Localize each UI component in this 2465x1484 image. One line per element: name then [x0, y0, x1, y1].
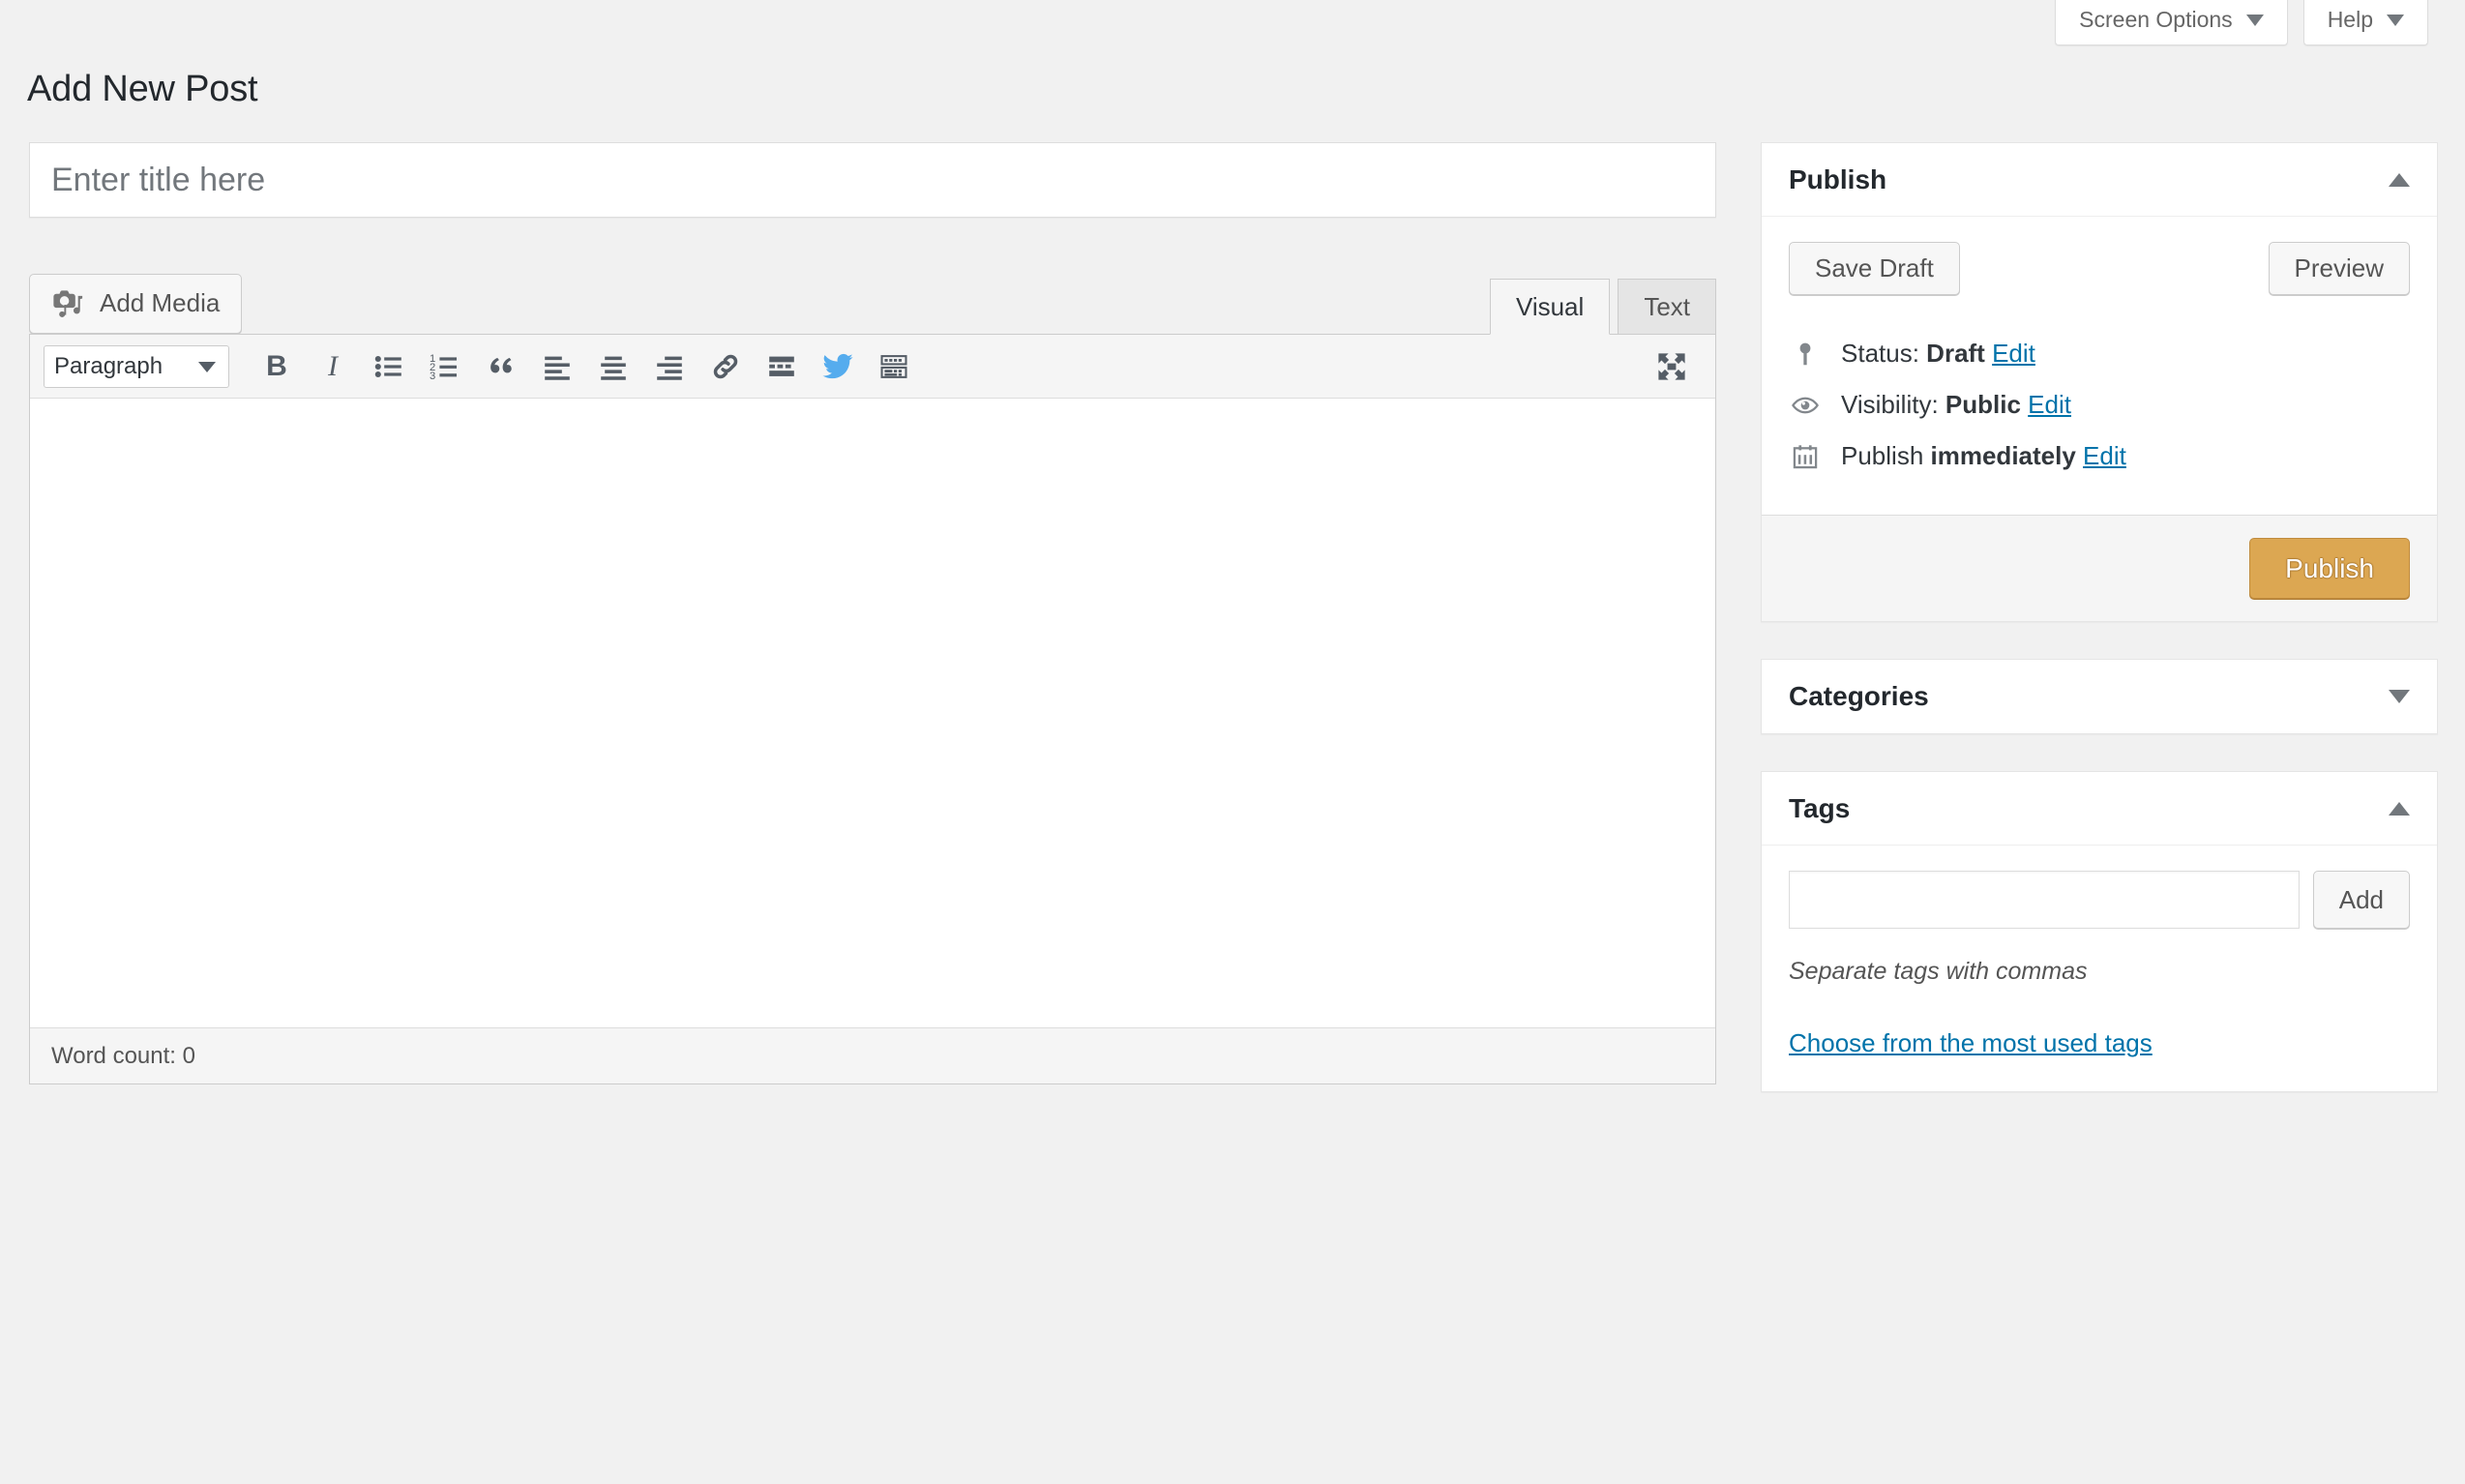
- tags-panel: Tags Add Separate tags with commas Choos…: [1761, 771, 2438, 1092]
- blockquote-icon: [486, 351, 517, 382]
- align-right-button[interactable]: [643, 341, 696, 393]
- edit-visibility-link[interactable]: Edit: [2028, 390, 2071, 419]
- publish-panel-header[interactable]: Publish: [1762, 143, 2437, 217]
- save-draft-button[interactable]: Save Draft: [1789, 242, 1960, 295]
- chevron-down-icon: [2387, 15, 2404, 26]
- tags-panel-title: Tags: [1789, 793, 1850, 824]
- align-left-button[interactable]: [531, 341, 583, 393]
- chevron-up-icon[interactable]: [2389, 173, 2410, 187]
- categories-panel-title: Categories: [1789, 681, 1929, 712]
- read-more-icon: [766, 351, 797, 382]
- screen-options-label: Screen Options: [2079, 8, 2233, 32]
- post-status-label: Status:: [1841, 339, 1919, 368]
- word-count-bar: Word count: 0: [30, 1027, 1715, 1083]
- post-schedule-text: Publish immediately Edit: [1841, 441, 2126, 471]
- new-tag-input[interactable]: [1789, 871, 2300, 929]
- chevron-down-icon: [2246, 15, 2264, 26]
- categories-panel-header[interactable]: Categories: [1762, 660, 2437, 733]
- help-label: Help: [2328, 8, 2373, 32]
- add-media-label: Add Media: [100, 288, 220, 318]
- twitter-icon: [821, 350, 854, 383]
- bulleted-list-icon: [373, 351, 404, 382]
- minor-publishing-actions: Save Draft Preview: [1789, 242, 2410, 295]
- help-button[interactable]: Help: [2303, 0, 2428, 45]
- post-status-text: Status: Draft Edit: [1841, 339, 2035, 369]
- tab-visual[interactable]: Visual: [1490, 279, 1610, 335]
- tags-hint-text: Separate tags with commas: [1789, 958, 2410, 986]
- post-body-content: Add Media Visual Text Paragraph B I: [29, 142, 1716, 1084]
- add-tag-button[interactable]: Add: [2313, 871, 2410, 929]
- align-right-icon: [654, 351, 685, 382]
- post-visibility-label: Visibility:: [1841, 390, 1939, 419]
- align-left-icon: [542, 351, 573, 382]
- sidebar-postbox-container: Publish Save Draft Preview Status:: [1761, 142, 2438, 1129]
- screen-options-button[interactable]: Screen Options: [2055, 0, 2288, 45]
- numbered-list-icon: 1 2 3: [430, 351, 460, 382]
- publish-panel: Publish Save Draft Preview Status:: [1761, 142, 2438, 622]
- post-visibility-value: Public: [1945, 390, 2021, 419]
- tags-panel-header[interactable]: Tags: [1762, 772, 2437, 846]
- post-status-row: Status: Draft Edit: [1789, 328, 2410, 379]
- italic-button[interactable]: I: [307, 341, 359, 393]
- distraction-free-writing-button[interactable]: [1646, 341, 1698, 393]
- link-icon: [710, 351, 741, 382]
- expand-fullscreen-icon: [1655, 350, 1688, 383]
- editor-toolbar-row: Add Media Visual Text: [29, 274, 1716, 334]
- formatting-toolbar: Paragraph B I: [30, 335, 1715, 399]
- chevron-down-icon[interactable]: [2389, 690, 2410, 703]
- choose-most-used-tags-link[interactable]: Choose from the most used tags: [1789, 1028, 2153, 1058]
- tags-panel-body: Add Separate tags with commas Choose fro…: [1762, 846, 2437, 1091]
- major-publishing-actions: Publish: [1762, 515, 2437, 621]
- twitter-embed-button[interactable]: [812, 341, 864, 393]
- categories-panel: Categories: [1761, 659, 2438, 734]
- post-title-wrap: [29, 142, 1716, 218]
- post-visibility-text: Visibility: Public Edit: [1841, 390, 2071, 420]
- post-schedule-row: Publish immediately Edit: [1789, 430, 2410, 482]
- pin-icon: [1789, 340, 1822, 369]
- calendar-icon: [1789, 442, 1822, 471]
- edit-status-link[interactable]: Edit: [1992, 339, 2035, 368]
- svg-text:3: 3: [430, 370, 435, 381]
- paragraph-style-select[interactable]: Paragraph: [44, 345, 229, 388]
- add-media-button[interactable]: Add Media: [29, 274, 242, 334]
- italic-icon: I: [328, 352, 338, 381]
- post-schedule-value: immediately: [1931, 441, 2076, 470]
- numbered-list-button[interactable]: 1 2 3: [419, 341, 471, 393]
- bold-button[interactable]: B: [251, 341, 303, 393]
- eye-icon: [1789, 391, 1822, 420]
- post-content-editor[interactable]: [30, 399, 1715, 1027]
- align-center-icon: [598, 351, 629, 382]
- editor-mode-tabs: Visual Text: [1482, 279, 1716, 335]
- insert-link-button[interactable]: [699, 341, 752, 393]
- publish-panel-title: Publish: [1789, 164, 1886, 195]
- tag-input-row: Add: [1789, 871, 2410, 929]
- screen-meta-links: Screen Options Help: [2055, 0, 2428, 45]
- word-count-label: Word count: 0: [51, 1043, 195, 1070]
- post-status-value: Draft: [1926, 339, 1985, 368]
- post-title-input[interactable]: [51, 162, 1694, 199]
- bold-icon: B: [266, 352, 287, 381]
- publish-button[interactable]: Publish: [2249, 538, 2410, 600]
- edit-schedule-link[interactable]: Edit: [2083, 441, 2126, 470]
- editor-container: Paragraph B I: [29, 334, 1716, 1084]
- blockquote-button[interactable]: [475, 341, 527, 393]
- tab-text[interactable]: Text: [1618, 279, 1716, 335]
- chevron-up-icon[interactable]: [2389, 802, 2410, 816]
- page-title: Add New Post: [27, 69, 257, 110]
- media-icon: [51, 287, 84, 320]
- minor-publishing-area: Save Draft Preview Status: Draft Edit: [1762, 217, 2437, 515]
- post-schedule-label: Publish: [1841, 441, 1923, 470]
- toolbar-toggle-button[interactable]: [868, 341, 920, 393]
- preview-button[interactable]: Preview: [2269, 242, 2410, 295]
- align-center-button[interactable]: [587, 341, 639, 393]
- bulleted-list-button[interactable]: [363, 341, 415, 393]
- post-visibility-row: Visibility: Public Edit: [1789, 379, 2410, 430]
- misc-publishing-actions: Status: Draft Edit Visibility:: [1789, 328, 2410, 482]
- paragraph-style-select-wrap: Paragraph: [44, 345, 229, 388]
- read-more-button[interactable]: [756, 341, 808, 393]
- keyboard-toolbar-toggle-icon: [878, 351, 909, 382]
